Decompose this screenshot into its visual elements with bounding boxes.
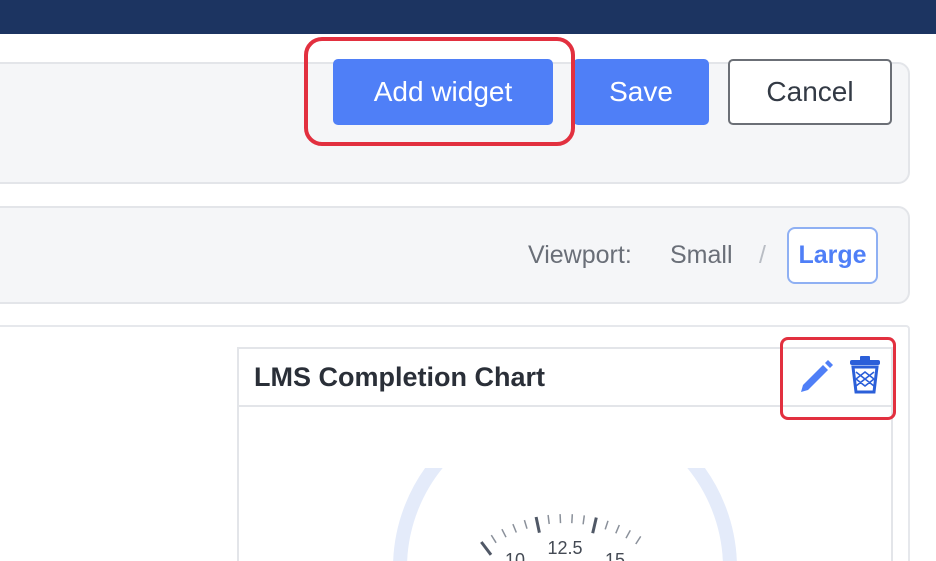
- top-navigation-bar: [0, 0, 936, 34]
- save-button[interactable]: Save: [573, 59, 709, 125]
- viewport-option-small[interactable]: Small: [670, 241, 733, 270]
- gauge-minor-tick: [615, 524, 620, 534]
- viewport-label: Viewport:: [528, 241, 632, 269]
- gauge-minor-tick: [490, 534, 497, 544]
- gauge-minor-tick: [512, 523, 517, 533]
- gauge-minor-tick: [582, 515, 586, 525]
- viewport-panel: [0, 206, 910, 304]
- completion-gauge: 10 12.5 15: [393, 468, 737, 561]
- gauge-tick-label-12-5: 12.5: [547, 538, 582, 558]
- widget-actions-highlight: [780, 337, 896, 420]
- gauge-minor-tick: [635, 535, 642, 545]
- viewport-option-large[interactable]: Large: [787, 227, 878, 284]
- gauge-major-tick: [591, 517, 598, 534]
- gauge-minor-tick: [523, 519, 528, 529]
- gauge-minor-tick: [625, 529, 631, 539]
- gauge-minor-tick: [501, 528, 507, 538]
- widget-title: LMS Completion Chart: [254, 362, 545, 392]
- cancel-button[interactable]: Cancel: [728, 59, 892, 125]
- gauge-minor-tick: [547, 514, 550, 525]
- gauge-major-tick: [480, 541, 493, 556]
- gauge-major-tick: [534, 516, 541, 534]
- viewport-separator: /: [759, 241, 766, 269]
- add-widget-highlight: [304, 37, 575, 146]
- gauge-tick-label-10: 10: [505, 550, 525, 561]
- gauge-tick-label-15: 15: [605, 550, 625, 561]
- gauge-minor-tick: [604, 520, 609, 530]
- gauge-minor-tick: [571, 514, 574, 524]
- app-frame: Add widget Save Cancel Viewport: Small /…: [0, 0, 936, 561]
